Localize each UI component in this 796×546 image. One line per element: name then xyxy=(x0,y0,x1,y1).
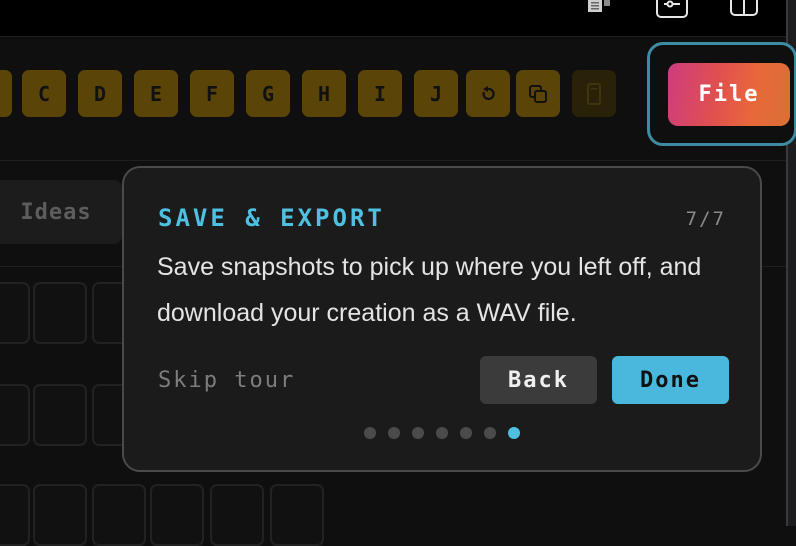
tour-progress-dot[interactable] xyxy=(388,427,400,439)
grid-pad[interactable] xyxy=(150,484,204,546)
file-button[interactable]: File xyxy=(668,63,790,126)
tour-progress-dot[interactable] xyxy=(484,427,496,439)
key-g[interactable]: G xyxy=(246,70,290,117)
key-b[interactable] xyxy=(0,70,12,117)
key-e[interactable]: E xyxy=(134,70,178,117)
tour-progress-dot[interactable] xyxy=(364,427,376,439)
clear-button[interactable] xyxy=(572,70,616,117)
clear-icon xyxy=(587,82,601,105)
tour-popover: SAVE & EXPORT 7/7 Save snapshots to pick… xyxy=(122,166,762,472)
grid-pad[interactable] xyxy=(0,384,30,446)
tour-step-counter: 7/7 xyxy=(685,208,726,230)
key-d[interactable]: D xyxy=(78,70,122,117)
file-button-highlight: File xyxy=(647,42,796,146)
grid-pad[interactable] xyxy=(270,484,324,546)
grid-pad[interactable] xyxy=(33,384,87,446)
tour-progress-dot[interactable] xyxy=(436,427,448,439)
grid-pad[interactable] xyxy=(0,484,30,546)
tour-progress-dot[interactable] xyxy=(508,427,520,439)
key-h[interactable]: H xyxy=(302,70,346,117)
ideas-tab[interactable]: Ideas xyxy=(0,180,122,244)
divider xyxy=(0,160,786,161)
grid-pad[interactable] xyxy=(210,484,264,546)
key-i[interactable]: I xyxy=(358,70,402,117)
key-f[interactable]: F xyxy=(190,70,234,117)
back-button[interactable]: Back xyxy=(480,356,597,404)
copy-icon xyxy=(529,84,547,103)
done-button[interactable]: Done xyxy=(612,356,729,404)
undo-button[interactable] xyxy=(466,70,510,117)
undo-icon xyxy=(482,85,495,100)
panel-icon[interactable] xyxy=(730,0,758,16)
top-toolbar xyxy=(0,0,786,37)
grid-pad[interactable] xyxy=(33,282,87,344)
tour-progress-dot[interactable] xyxy=(460,427,472,439)
skip-tour-link[interactable]: Skip tour xyxy=(158,368,295,393)
grid-pad[interactable] xyxy=(92,484,146,546)
sliders-icon[interactable] xyxy=(656,0,688,18)
tour-description: Save snapshots to pick up where you left… xyxy=(157,253,702,327)
tour-progress-dots xyxy=(364,427,520,439)
grid-pad[interactable] xyxy=(33,484,87,546)
key-j[interactable]: J xyxy=(414,70,458,117)
tour-progress-dot[interactable] xyxy=(412,427,424,439)
document-stack-icon[interactable] xyxy=(586,0,612,18)
key-c[interactable]: C xyxy=(22,70,66,117)
copy-button[interactable] xyxy=(516,70,560,117)
tour-title: SAVE & EXPORT xyxy=(158,204,385,232)
grid-pad[interactable] xyxy=(0,282,30,344)
